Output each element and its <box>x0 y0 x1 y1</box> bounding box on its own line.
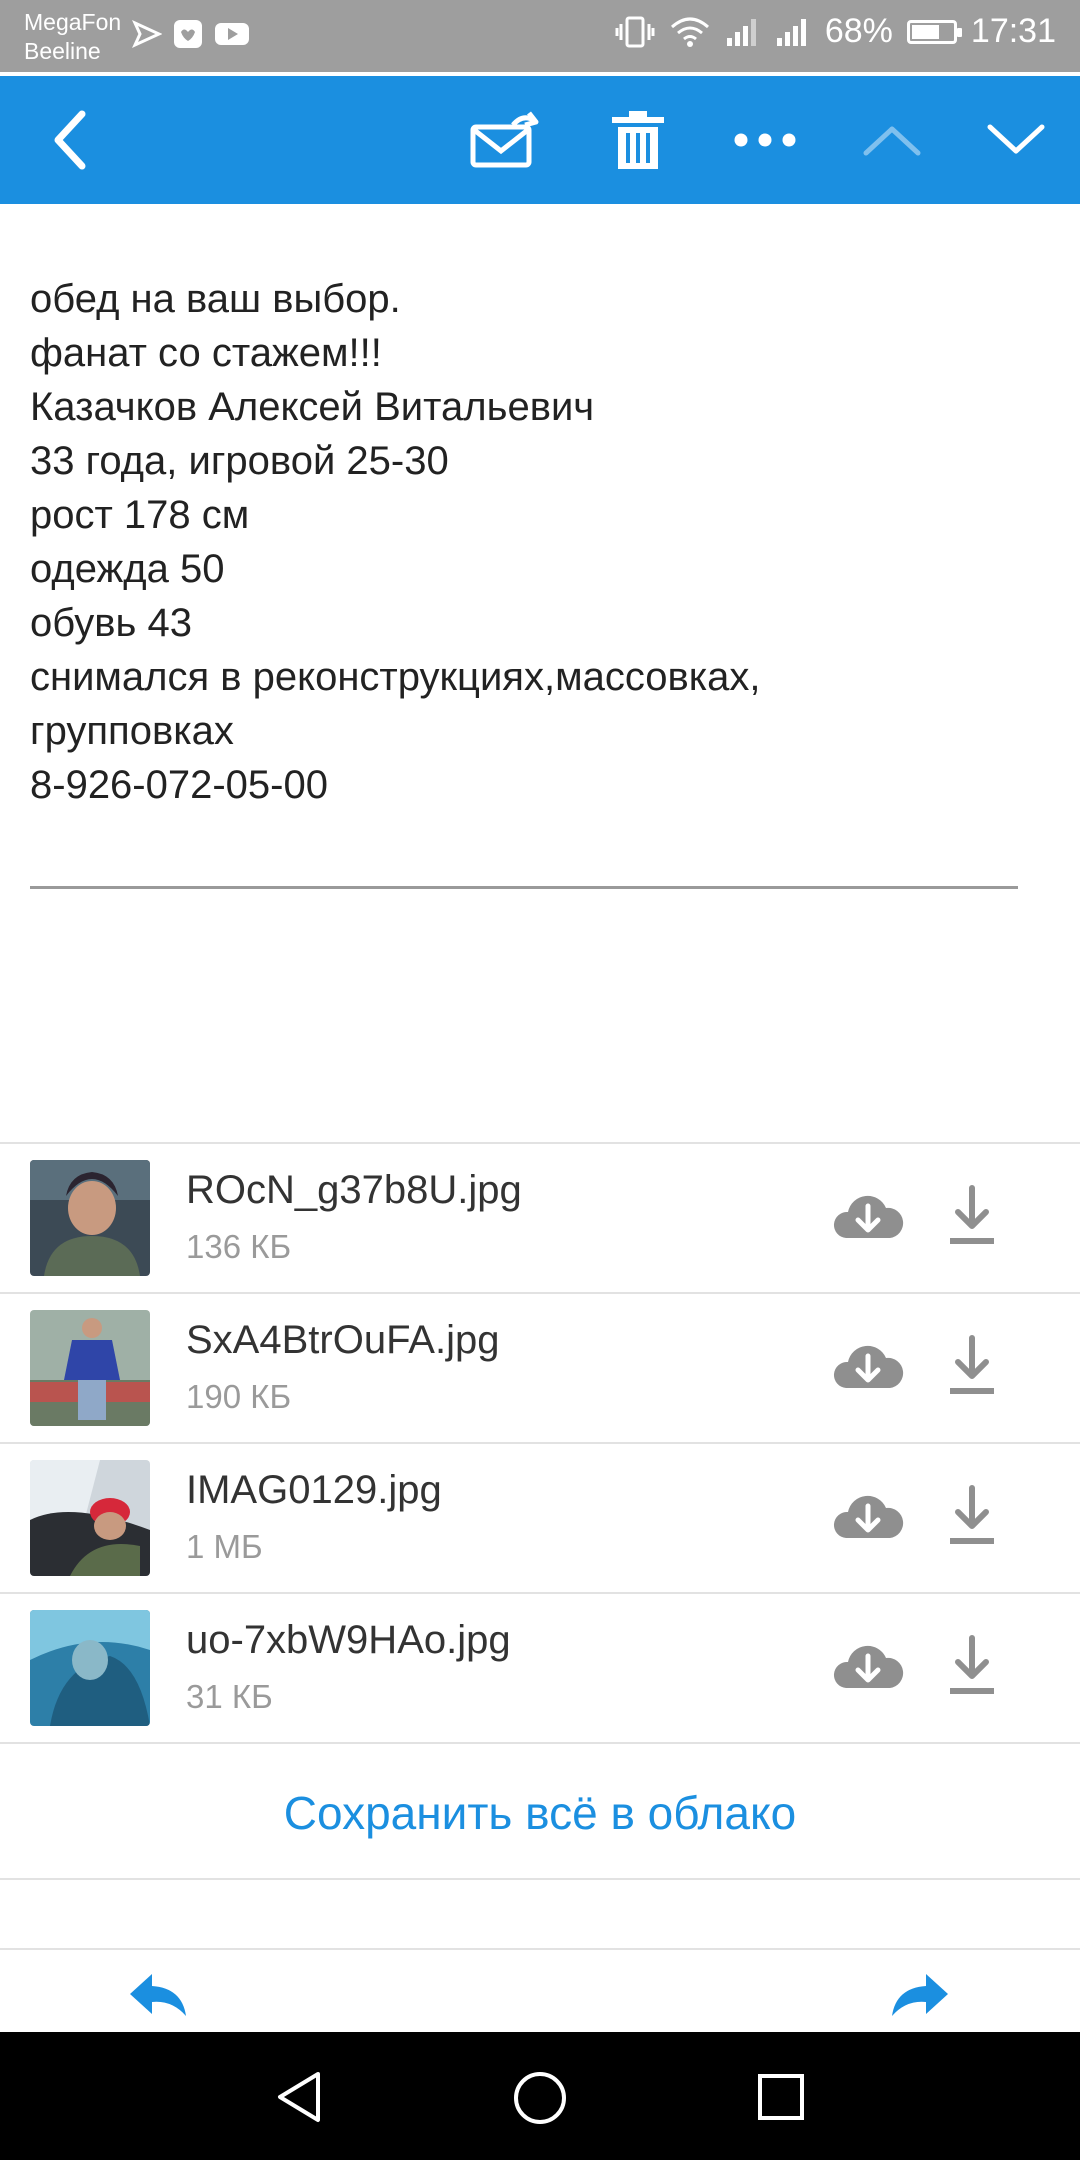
nav-recents-icon[interactable] <box>756 2072 806 2122</box>
save-to-cloud-icon[interactable] <box>832 1184 904 1248</box>
attachment-size: 31 КБ <box>186 1678 273 1715</box>
attachment-thumbnail[interactable] <box>30 1160 150 1276</box>
save-all-to-cloud-button[interactable]: Сохранить всё в облако <box>0 1748 1080 1880</box>
attachment-item[interactable]: uo-7xbW9HAo.jpg 31 КБ <box>0 1594 1080 1744</box>
send-notification-icon <box>132 19 162 49</box>
attachment-thumbnail[interactable] <box>30 1610 150 1726</box>
body-line: снимался в реконструкциях,массовках, <box>30 655 761 699</box>
mail-body: обед на ваш выбор. фанат со стажем!!! Ка… <box>30 272 1030 812</box>
mark-unread-button[interactable] <box>462 76 546 204</box>
chevron-down-icon <box>987 124 1045 154</box>
back-button[interactable] <box>30 76 110 204</box>
status-right: 68% 17:31 <box>615 12 1056 51</box>
attachment-item[interactable]: ROcN_g37b8U.jpg 136 КБ <box>0 1144 1080 1294</box>
previous-message-button[interactable] <box>848 76 936 204</box>
trash-icon <box>612 111 664 169</box>
download-icon[interactable] <box>946 1332 998 1402</box>
attachment-thumbnail[interactable] <box>30 1460 150 1576</box>
youtube-notification-icon <box>215 23 249 45</box>
notification-icons <box>132 18 250 50</box>
attachment-size: 1 МБ <box>186 1528 263 1565</box>
back-arrow-icon <box>54 110 86 170</box>
download-icon[interactable] <box>946 1482 998 1552</box>
navigation-bar <box>0 2032 1080 2160</box>
body-line: обувь 43 <box>30 601 192 645</box>
forward-icon[interactable] <box>890 1972 950 2018</box>
save-to-cloud-icon[interactable] <box>832 1484 904 1548</box>
nav-back-icon[interactable] <box>274 2070 324 2124</box>
attachment-size: 136 КБ <box>186 1228 292 1265</box>
more-button[interactable] <box>722 76 808 204</box>
download-icon[interactable] <box>946 1632 998 1702</box>
body-line: Казачков Алексей Витальевич <box>30 385 595 429</box>
battery-icon <box>906 19 962 44</box>
nav-home-icon[interactable] <box>512 2070 568 2126</box>
delete-button[interactable] <box>598 76 678 204</box>
attachment-item[interactable]: IMAG0129.jpg 1 МБ <box>0 1444 1080 1594</box>
carrier-1: MegaFon <box>24 9 122 35</box>
attachment-item[interactable]: SxA4BtrOuFA.jpg 190 КБ <box>0 1294 1080 1444</box>
attachment-list: ROcN_g37b8U.jpg 136 КБ SxA4BtrOuFA.jpg 1… <box>0 1142 1080 1744</box>
mail-toolbar <box>0 76 1080 204</box>
clock: 17:31 <box>970 12 1056 50</box>
phone-number-link[interactable]: 8-926-072-05-00 <box>30 758 1030 812</box>
body-line: рост 178 см <box>30 493 250 537</box>
chevron-up-icon <box>863 126 921 156</box>
messenger-notification-icon <box>174 20 202 48</box>
attachment-thumbnail[interactable] <box>30 1310 150 1426</box>
save-to-cloud-icon[interactable] <box>832 1334 904 1398</box>
body-line: фанат со стажем!!! <box>30 331 382 375</box>
battery-fill <box>911 24 939 39</box>
carrier-2: Beeline <box>24 38 101 64</box>
mark-unread-icon <box>470 111 539 168</box>
signature-divider <box>30 886 1018 889</box>
wifi-icon <box>670 17 709 47</box>
attachment-size: 190 КБ <box>186 1378 292 1415</box>
vibrate-icon <box>615 16 655 47</box>
more-icon <box>734 133 796 147</box>
body-line: обед на ваш выбор. <box>30 277 401 321</box>
body-line: одежда 50 <box>30 547 225 591</box>
battery-percent: 68% <box>824 12 893 50</box>
attachment-name: SxA4BtrOuFA.jpg <box>186 1318 500 1362</box>
status-bar: MegaFon Beeline 68% 17:31 <box>0 0 1080 72</box>
signal-icon-1 <box>726 18 756 46</box>
carrier-labels: MegaFon Beeline <box>24 8 121 66</box>
save-to-cloud-icon[interactable] <box>832 1634 904 1698</box>
attachment-name: ROcN_g37b8U.jpg <box>186 1168 522 1212</box>
attachment-name: IMAG0129.jpg <box>186 1468 442 1512</box>
next-message-button[interactable] <box>972 76 1060 204</box>
attachment-name: uo-7xbW9HAo.jpg <box>186 1618 511 1662</box>
reply-icon[interactable] <box>128 1972 188 2018</box>
bottom-actions-bar <box>0 1948 1080 2034</box>
body-line: 33 года, игровой 25-30 <box>30 439 449 483</box>
download-icon[interactable] <box>946 1182 998 1252</box>
signal-icon-2 <box>776 18 806 46</box>
body-line: групповках <box>30 709 234 753</box>
